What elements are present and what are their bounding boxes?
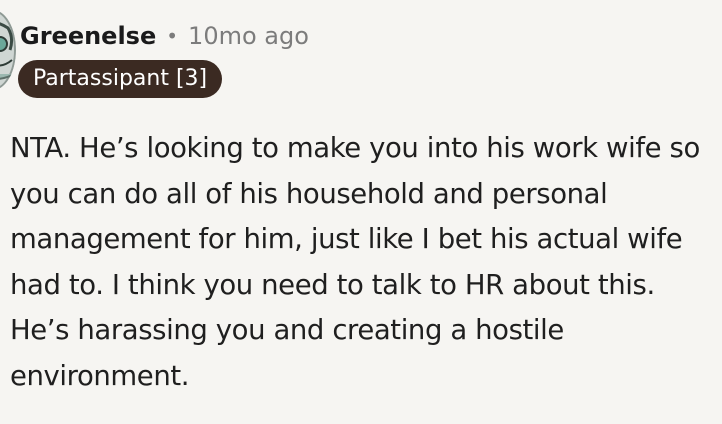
- comment: Greenelse • 10mo ago Partassipant [3] NT…: [0, 0, 722, 424]
- timestamp[interactable]: 10mo ago: [188, 22, 309, 50]
- username-link[interactable]: Greenelse: [20, 22, 156, 50]
- comment-body: NTA. He’s looking to make you into his w…: [10, 132, 700, 392]
- user-flair-badge: Partassipant [3]: [18, 60, 223, 98]
- separator-dot: •: [166, 24, 179, 48]
- user-avatar-icon[interactable]: [0, 10, 16, 90]
- comment-header: Greenelse • 10mo ago: [20, 16, 309, 56]
